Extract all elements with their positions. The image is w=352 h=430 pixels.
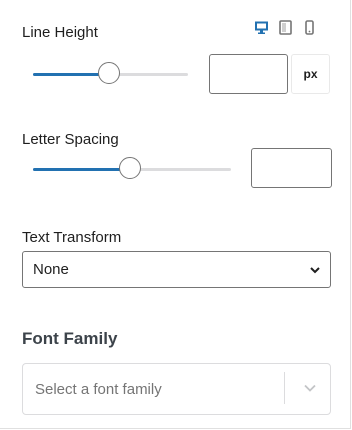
font-family-placeholder: Select a font family xyxy=(35,380,162,398)
text-transform-select[interactable]: None xyxy=(22,251,331,288)
line-height-input[interactable] xyxy=(209,54,288,94)
text-transform-label: Text Transform xyxy=(22,229,122,246)
tablet-icon[interactable] xyxy=(278,20,293,35)
slider-thumb[interactable] xyxy=(119,157,142,179)
text-transform-value: None xyxy=(33,261,69,278)
slider-thumb[interactable] xyxy=(97,62,120,84)
chevron-down-icon xyxy=(309,263,321,280)
letter-spacing-input[interactable] xyxy=(251,148,332,188)
desktop-icon[interactable] xyxy=(254,20,269,35)
letter-spacing-slider[interactable] xyxy=(33,157,231,181)
line-height-label: Line Height xyxy=(22,24,98,41)
device-switcher xyxy=(254,20,317,35)
slider-fill xyxy=(33,168,131,171)
select-separator xyxy=(284,372,285,404)
line-height-unit[interactable]: px xyxy=(291,54,330,94)
letter-spacing-label: Letter Spacing xyxy=(22,131,119,148)
font-family-label: Font Family xyxy=(22,329,118,348)
line-height-slider[interactable] xyxy=(33,62,188,86)
mobile-icon[interactable] xyxy=(302,20,317,35)
font-family-select[interactable]: Select a font family xyxy=(22,363,331,415)
chevron-down-icon xyxy=(302,380,318,400)
